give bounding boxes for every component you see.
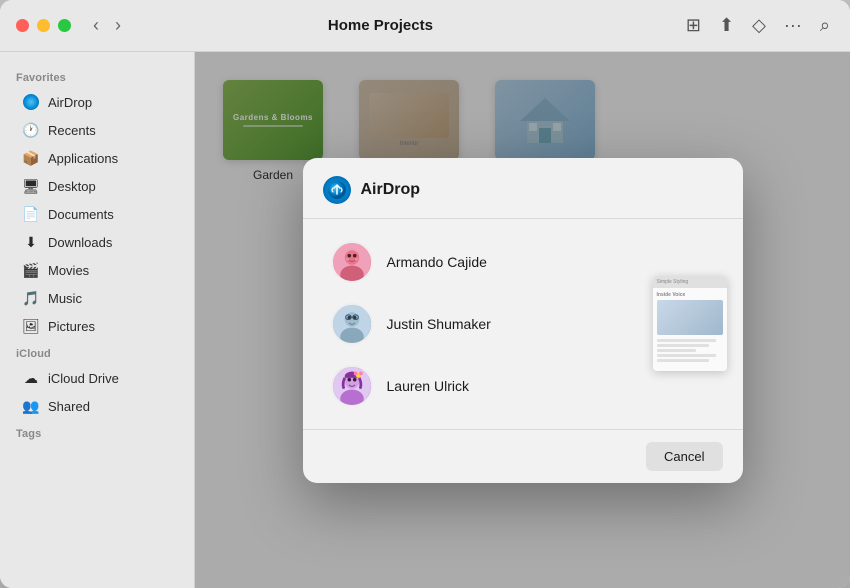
sidebar-item-pictures-label: Pictures [48,319,95,334]
sidebar-item-documents-label: Documents [48,207,114,222]
contact-name-lauren: Lauren Ulrick [387,378,469,394]
main-area: Favorites AirDrop 🕐 Recents 📦 Applicatio… [0,52,850,588]
preview-line-4 [657,354,716,357]
preview-line-3 [657,349,697,352]
recents-icon: 🕐 [22,121,40,139]
dialog-header: AirDrop [303,158,743,219]
preview-thumbnail: Simple Styling Inside Voice [653,276,727,371]
sidebar-item-icloud-drive[interactable]: ☁ iCloud Drive [6,364,188,392]
dialog-title: AirDrop [361,181,421,199]
preview-line-5 [657,359,710,362]
sidebar-item-downloads-label: Downloads [48,235,112,250]
preview-line-1 [657,339,716,342]
traffic-lights [16,19,71,32]
airdrop-icon [22,93,40,111]
dialog-body: Armando Cajide [303,219,743,429]
documents-icon: 📄 [22,205,40,223]
icloud-label: iCloud [0,340,194,364]
sidebar-item-shared-label: Shared [48,399,90,414]
sidebar-item-downloads[interactable]: ⬇ Downloads [6,228,188,256]
back-button[interactable]: ‹ [87,13,105,38]
preview-content: Inside Voice [653,288,727,371]
finder-window: ‹ › Home Projects ⊞ ⬆ ◇ ··· ⌕ Favorites … [0,0,850,588]
share-icon[interactable]: ⬆ [715,11,738,40]
contact-item-lauren[interactable]: Lauren Ulrick [311,355,629,417]
titlebar: ‹ › Home Projects ⊞ ⬆ ◇ ··· ⌕ [0,0,850,52]
window-title: Home Projects [139,17,622,34]
toolbar-icons: ⊞ ⬆ ◇ ··· ⌕ [682,11,834,40]
sidebar-item-airdrop-label: AirDrop [48,95,92,110]
avatar-justin [331,303,373,345]
music-icon: 🎵 [22,289,40,307]
favorites-label: Favorites [0,64,194,88]
sidebar-item-applications[interactable]: 📦 Applications [6,144,188,172]
contacts-list: Armando Cajide [303,227,637,421]
shared-icon: 👥 [22,397,40,415]
content-area: Gardens & Blooms Garden Interior [195,52,850,588]
contact-name-justin: Justin Shumaker [387,316,491,332]
forward-button[interactable]: › [109,13,127,38]
downloads-icon: ⬇ [22,233,40,251]
avatar-armando [331,241,373,283]
sidebar-item-applications-label: Applications [48,151,118,166]
dialog-airdrop-icon [323,176,351,204]
movies-icon: 🎬 [22,261,40,279]
fullscreen-button[interactable] [58,19,71,32]
sidebar-item-desktop[interactable]: 🖥 Desktop [6,172,188,200]
sidebar-item-music-label: Music [48,291,82,306]
dialog-overlay: AirDrop [195,52,850,588]
sidebar-item-desktop-label: Desktop [48,179,96,194]
avatar-lauren [331,365,373,407]
search-icon[interactable]: ⌕ [816,11,834,40]
sidebar-item-airdrop[interactable]: AirDrop [6,88,188,116]
contact-item-armando[interactable]: Armando Cajide [311,231,629,293]
sidebar-item-icloud-label: iCloud Drive [48,371,119,386]
sidebar-item-recents-label: Recents [48,123,96,138]
tags-label: Tags [0,420,194,444]
preview-line-2 [657,344,710,347]
airdrop-dialog: AirDrop [303,158,743,483]
contact-item-justin[interactable]: Justin Shumaker [311,293,629,355]
sidebar-item-movies[interactable]: 🎬 Movies [6,256,188,284]
desktop-icon: 🖥 [22,177,40,195]
minimize-button[interactable] [37,19,50,32]
cancel-button[interactable]: Cancel [646,442,722,471]
sidebar-item-recents[interactable]: 🕐 Recents [6,116,188,144]
sidebar-item-shared[interactable]: 👥 Shared [6,392,188,420]
tag-icon[interactable]: ◇ [748,11,770,40]
sidebar-item-music[interactable]: 🎵 Music [6,284,188,312]
sidebar: Favorites AirDrop 🕐 Recents 📦 Applicatio… [0,52,195,588]
dialog-footer: Cancel [303,429,743,483]
nav-buttons: ‹ › [87,13,127,38]
sidebar-item-documents[interactable]: 📄 Documents [6,200,188,228]
pictures-icon: 🖼 [22,317,40,335]
sidebar-item-movies-label: Movies [48,263,89,278]
icloud-drive-icon: ☁ [22,369,40,387]
view-icon[interactable]: ⊞ [682,11,705,40]
file-preview: Simple Styling Inside Voice [653,227,743,421]
close-button[interactable] [16,19,29,32]
preview-image [657,300,723,335]
sidebar-item-pictures[interactable]: 🖼 Pictures [6,312,188,340]
preview-header: Simple Styling [653,276,727,288]
applications-icon: 📦 [22,149,40,167]
more-icon[interactable]: ··· [780,11,806,40]
contact-name-armando: Armando Cajide [387,254,487,270]
